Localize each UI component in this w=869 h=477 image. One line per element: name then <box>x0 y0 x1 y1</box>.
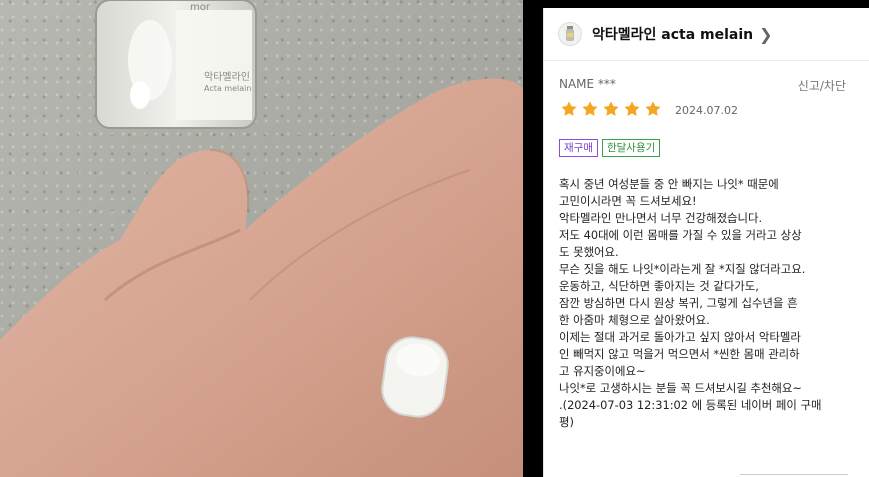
supplement-bottle <box>95 0 257 129</box>
review-text: 혹시 중년 여성분들 중 안 빠지는 나잇* 때문에 고민이시라면 꼭 드셔보세… <box>559 176 854 431</box>
product-bottle-icon <box>558 22 582 46</box>
review-line: 한 아줌마 체형으로 살아왔어요. <box>559 313 710 327</box>
rating-stars <box>559 100 663 118</box>
repurchase-badge: 재구매 <box>559 139 598 157</box>
star-icon <box>603 101 619 116</box>
bottle-brand-text: mor <box>190 2 210 13</box>
review-photo[interactable]: mor 악타멜라인 Acta melain <box>0 0 523 477</box>
review-line: 평) <box>559 415 574 429</box>
product-header[interactable]: 악타멜라인 acta melain ❯ <box>544 8 869 61</box>
bottle-label-text: 악타멜라인 <box>204 72 250 83</box>
star-icon <box>561 101 577 116</box>
review-line: 무슨 짓을 해도 나잇*이라는게 잘 *지질 않더라고요. <box>559 262 806 276</box>
review-line: 운동하고, 식단하면 좋아지는 것 같다가도, <box>559 279 759 293</box>
star-icon <box>624 101 640 116</box>
photo-illustration <box>0 0 523 477</box>
review-line: 고 유지중이에요~ <box>559 364 646 378</box>
star-icon <box>582 101 598 116</box>
review-line: 악타멜라인 만나면서 너무 건강해졌습니다. <box>559 211 763 225</box>
divider <box>740 474 848 475</box>
review-line: 혹시 중년 여성분들 중 안 빠지는 나잇* 때문에 <box>559 177 779 191</box>
report-block-link[interactable]: 신고/차단 <box>798 77 846 94</box>
review-line: 저도 40대에 이런 몸매를 가질 수 있을 거라고 상상 <box>559 228 802 242</box>
review-line: 도 못했어요. <box>559 245 619 259</box>
review-line: 이제는 절대 과거로 돌아가고 싶지 않아서 악타멜라 <box>559 330 801 344</box>
review-badges: 재구매 한달사용기 <box>559 139 661 157</box>
review-panel: 악타멜라인 acta melain ❯ NAME *** 신고/차단 2024.… <box>543 8 869 477</box>
star-icon <box>645 101 661 116</box>
one-month-use-badge: 한달사용기 <box>601 139 661 157</box>
review-date: 2024.07.02 <box>675 104 738 117</box>
photo-gap <box>523 0 543 477</box>
review-line: 나잇*로 고생하시는 분들 꼭 드셔보시길 추천해요~ <box>559 381 802 395</box>
review-line: 고민이시라면 꼭 드셔보세요! <box>559 194 697 208</box>
review-line: 인 빼먹지 않고 먹을거 먹으면서 *씬한 몸매 관리하 <box>559 347 800 361</box>
bottle-sublabel-text: Acta melain <box>204 84 252 93</box>
reviewer-name: NAME *** <box>559 77 616 91</box>
chevron-right-icon: ❯ <box>759 24 773 44</box>
review-line: 잠깐 방심하면 다시 원상 복귀, 그렇게 십수년을 흔 <box>559 296 798 310</box>
hand <box>0 78 523 477</box>
review-line: .(2024-07-03 12:31:02 에 등록된 네이버 페이 구매 <box>559 398 822 412</box>
product-title: 악타멜라인 acta melain <box>592 27 754 43</box>
